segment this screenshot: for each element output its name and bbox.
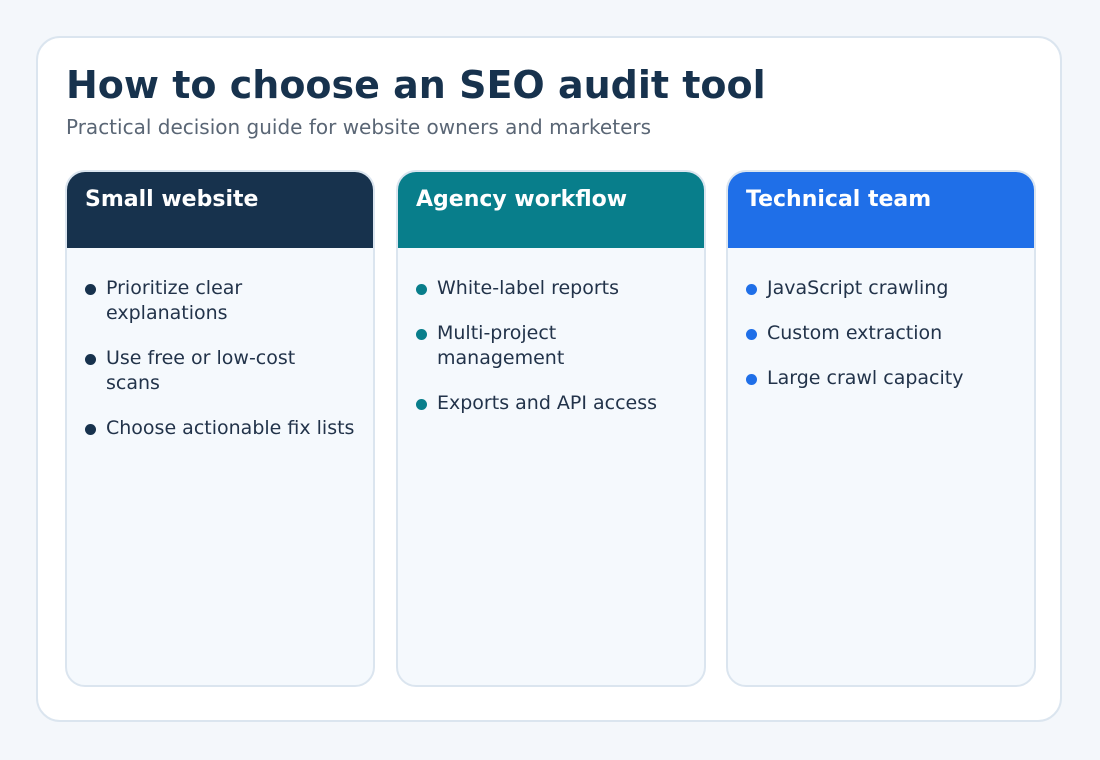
list-item: White-label reports [416, 276, 686, 301]
list-item-label: Large crawl capacity [767, 367, 964, 389]
list-item: Choose actionable fix lists [85, 416, 355, 441]
list-item: Large crawl capacity [746, 366, 1016, 391]
decision-guide-card: How to choose an SEO audit tool Practica… [36, 36, 1062, 722]
list-item-label: Prioritize clear explanations [106, 277, 243, 324]
list-item: Exports and API access [416, 391, 686, 416]
list-item-label: Choose actionable fix lists [106, 417, 355, 439]
list-item-label: Custom extraction [767, 322, 943, 344]
bullet-icon [85, 284, 96, 295]
list-item-label: Exports and API access [437, 392, 658, 414]
column-title: Small website [85, 187, 259, 212]
bullet-icon [85, 424, 96, 435]
column-header: Small website [67, 172, 373, 248]
column-agency-workflow: Agency workflow White-label reports Mult… [396, 170, 706, 687]
list-item-label: White-label reports [437, 277, 620, 299]
bullet-icon [85, 354, 96, 365]
column-list: JavaScript crawling Custom extraction La… [728, 248, 1034, 391]
list-item: Multi-project management [416, 321, 686, 371]
bullet-icon [416, 284, 427, 295]
column-small-website: Small website Prioritize clear explanati… [65, 170, 375, 687]
list-item: Custom extraction [746, 321, 1016, 346]
page-subtitle: Practical decision guide for website own… [66, 115, 652, 139]
list-item: JavaScript crawling [746, 276, 1016, 301]
list-item: Use free or low-cost scans [85, 346, 355, 396]
column-title: Agency workflow [416, 187, 628, 212]
bullet-icon [746, 374, 757, 385]
column-list: Prioritize clear explanations Use free o… [67, 248, 373, 441]
page-title: How to choose an SEO audit tool [66, 63, 766, 107]
bullet-icon [416, 399, 427, 410]
column-title: Technical team [746, 187, 932, 212]
column-technical-team: Technical team JavaScript crawling Custo… [726, 170, 1036, 687]
list-item: Prioritize clear explanations [85, 276, 355, 326]
column-header: Agency workflow [398, 172, 704, 248]
list-item-label: Multi-project management [437, 322, 565, 369]
list-item-label: Use free or low-cost scans [106, 347, 296, 394]
column-list: White-label reports Multi-project manage… [398, 248, 704, 416]
column-header: Technical team [728, 172, 1034, 248]
list-item-label: JavaScript crawling [767, 277, 949, 299]
bullet-icon [746, 284, 757, 295]
bullet-icon [746, 329, 757, 340]
bullet-icon [416, 329, 427, 340]
